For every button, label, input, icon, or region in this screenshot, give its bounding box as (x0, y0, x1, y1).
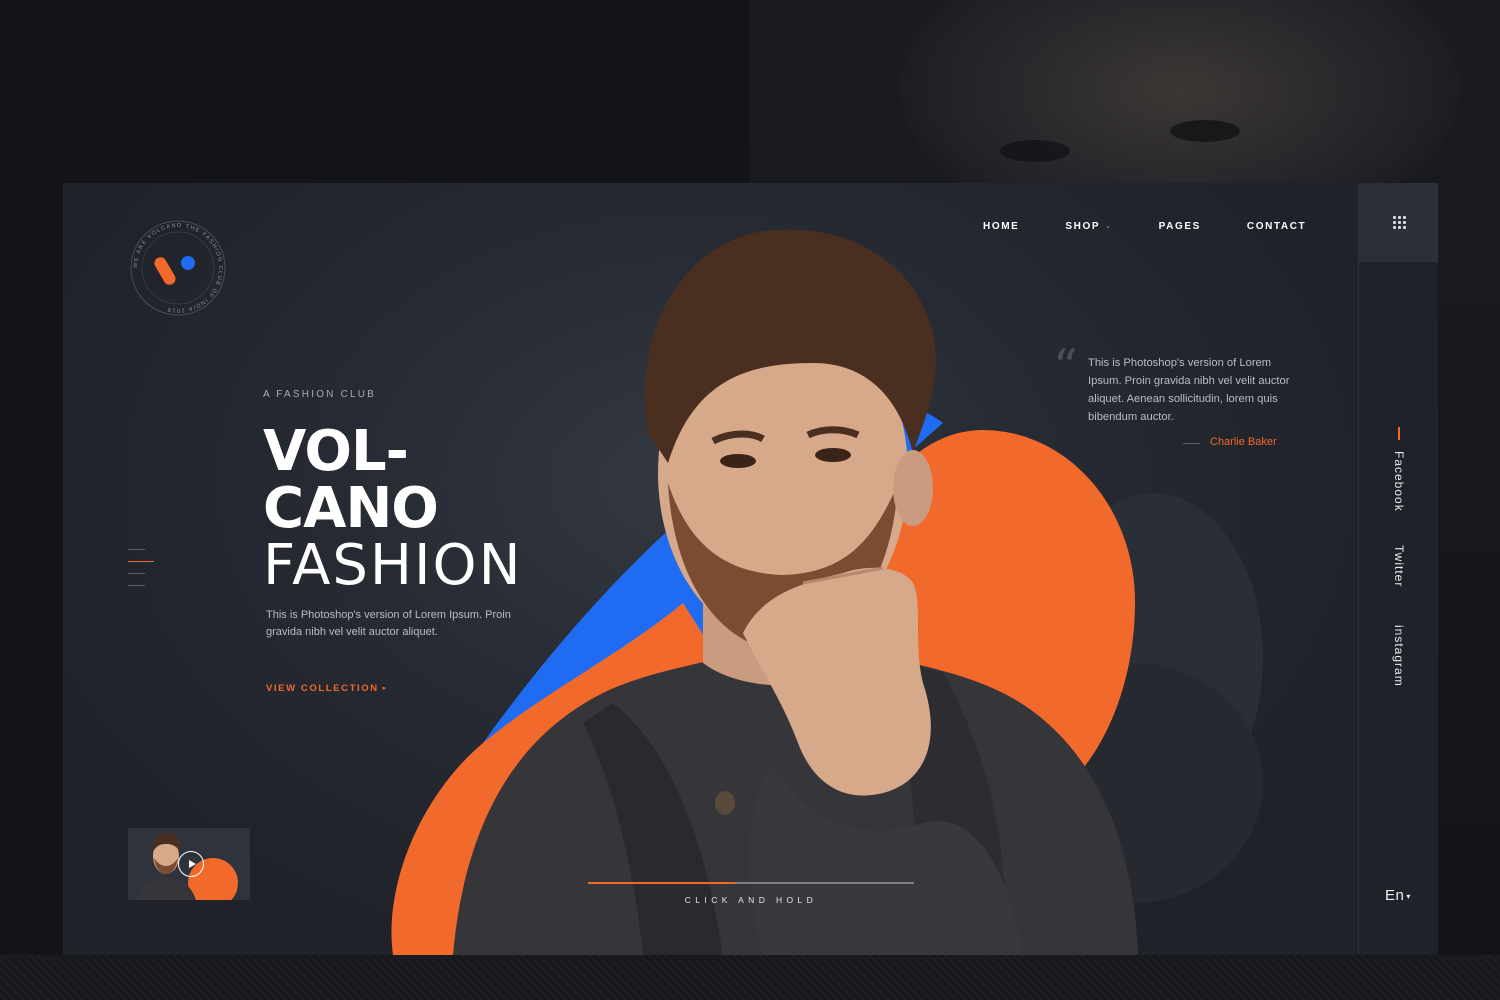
language-selector[interactable]: En ▾ (1385, 887, 1411, 904)
slide-indicator[interactable] (128, 573, 145, 574)
quote-divider (1183, 443, 1200, 444)
hero-description: This is Photoshop's version of Lorem Ips… (266, 609, 511, 638)
social-link-facebook[interactable]: Facebook (1392, 451, 1406, 512)
hero-title-line1: VOL- (263, 419, 409, 484)
hero-title-line3: FASHION (263, 533, 523, 598)
logo-ring-text: WE ARE VOLCANO THE FASHION CLUB OF INDIA… (133, 223, 222, 313)
play-icon (188, 860, 196, 868)
nav-item-shop[interactable]: SHOP ⌄ (1065, 221, 1112, 232)
slide-indicators (128, 549, 154, 597)
nav-item-pages[interactable]: PAGES (1159, 221, 1201, 232)
social-link-instagram[interactable]: instagram (1392, 625, 1406, 687)
background-sweater-texture (0, 955, 1500, 1000)
slide-indicator-active[interactable] (128, 561, 154, 562)
slide-indicator[interactable] (128, 549, 145, 550)
view-collection-link[interactable]: VIEW COLLECTION ▸ (266, 683, 388, 694)
volcano-v-logo-icon (154, 257, 176, 285)
play-button[interactable] (178, 851, 204, 877)
quote-text: This is Photoshop's version of Lorem Ips… (1088, 357, 1290, 423)
language-label: En (1385, 887, 1405, 904)
video-thumbnail[interactable] (128, 828, 250, 900)
hero-card: WE ARE VOLCANO THE FASHION CLUB OF INDIA… (63, 183, 1438, 955)
slide-indicator[interactable] (128, 585, 145, 586)
social-accent-line (1398, 427, 1400, 440)
quote-author: Charlie Baker (1210, 436, 1277, 448)
background-portrait-eye (1170, 120, 1240, 142)
hold-progress-fill (588, 882, 735, 884)
brand-logo[interactable]: WE ARE VOLCANO THE FASHION CLUB OF INDIA… (128, 218, 228, 318)
caret-right-icon: ▸ (382, 685, 388, 692)
hold-progress-bar[interactable] (588, 882, 914, 884)
nav-item-home[interactable]: HOME (983, 221, 1019, 232)
nav-item-contact[interactable]: CONTACT (1247, 221, 1306, 232)
background-portrait-eye (1000, 140, 1070, 162)
hero-eyebrow: A FASHION CLUB (263, 389, 377, 400)
grid-menu-icon (1392, 216, 1406, 229)
hero-model-image (453, 229, 1138, 955)
svg-text:WE ARE VOLCANO THE FASHION CLU: WE ARE VOLCANO THE FASHION CLUB OF INDIA… (133, 223, 223, 313)
right-sidebar: Facebook Twitter instagram En ▾ (1358, 183, 1438, 955)
hero-title-line2: CANO (263, 476, 439, 541)
click-and-hold-label: CLICK AND HOLD (684, 895, 818, 905)
quote-icon: “ (1053, 339, 1078, 395)
main-nav: HOME SHOP ⌄ PAGES CONTACT (983, 221, 1352, 232)
menu-button[interactable] (1359, 183, 1438, 262)
social-link-twitter[interactable]: Twitter (1392, 545, 1406, 587)
caret-down-icon: ▾ (1406, 891, 1411, 901)
view-collection-label: VIEW COLLECTION (266, 683, 379, 694)
chevron-down-icon: ⌄ (1105, 223, 1113, 230)
